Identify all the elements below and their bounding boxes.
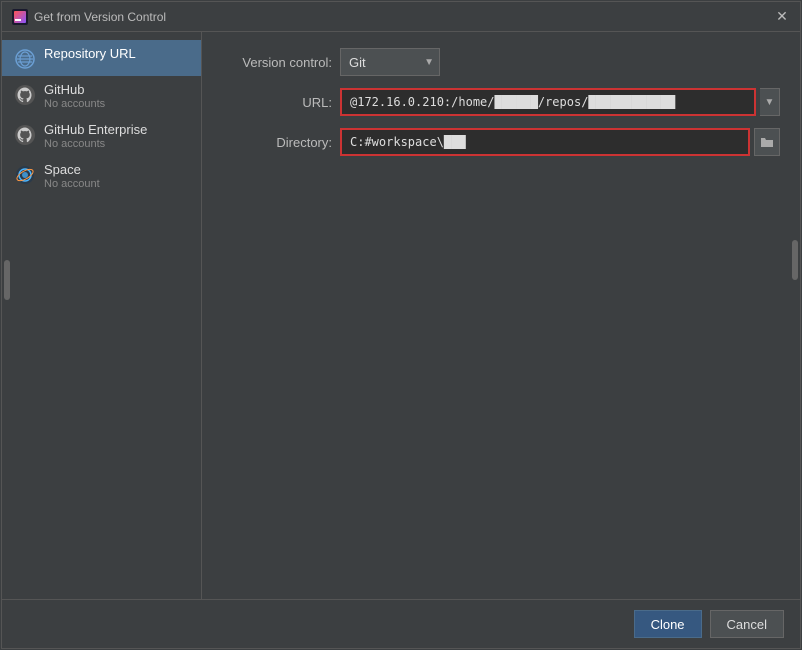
close-button[interactable]: ✕ <box>774 9 790 25</box>
left-scrollbar-indicator[interactable] <box>4 260 10 300</box>
sidebar: Repository URL GitHub No accounts <box>2 32 202 599</box>
version-control-select-wrapper: Git Mercurial Subversion ▼ <box>340 48 440 76</box>
sidebar-item-repository-url[interactable]: Repository URL <box>2 40 201 76</box>
dialog-content: Repository URL GitHub No accounts <box>2 32 800 599</box>
github-enterprise-title: GitHub Enterprise <box>44 122 147 137</box>
github-title: GitHub <box>44 82 105 97</box>
main-content: Version control: Git Mercurial Subversio… <box>202 32 800 599</box>
url-row: URL: ▼ <box>222 88 780 116</box>
sidebar-item-space[interactable]: Space No account <box>2 156 201 196</box>
folder-icon <box>760 135 774 149</box>
link-icon <box>14 48 36 70</box>
clone-button[interactable]: Clone <box>634 610 702 638</box>
version-control-label: Version control: <box>222 55 332 70</box>
directory-wrapper <box>340 128 780 156</box>
github-subtitle: No accounts <box>44 98 105 110</box>
url-dropdown-button[interactable]: ▼ <box>760 88 780 116</box>
url-wrapper: ▼ <box>340 88 780 116</box>
dialog-footer: Clone Cancel <box>2 599 800 648</box>
github-enterprise-icon <box>14 124 36 146</box>
url-input[interactable] <box>340 88 756 116</box>
repository-url-title: Repository URL <box>44 46 136 61</box>
space-subtitle: No account <box>44 178 100 190</box>
version-control-wrapper: Git Mercurial Subversion ▼ <box>340 48 780 76</box>
github-text: GitHub No accounts <box>44 82 105 110</box>
space-text: Space No account <box>44 162 100 190</box>
title-bar-left: Get from Version Control <box>12 9 166 25</box>
directory-input[interactable] <box>340 128 750 156</box>
browse-button[interactable] <box>754 128 780 156</box>
directory-label: Directory: <box>222 135 332 150</box>
github-enterprise-text: GitHub Enterprise No accounts <box>44 122 147 150</box>
sidebar-item-github[interactable]: GitHub No accounts <box>2 76 201 116</box>
intellij-logo-icon <box>12 9 28 25</box>
cancel-button[interactable]: Cancel <box>710 610 784 638</box>
url-label: URL: <box>222 95 332 110</box>
directory-row: Directory: <box>222 128 780 156</box>
github-enterprise-subtitle: No accounts <box>44 138 147 150</box>
version-control-row: Version control: Git Mercurial Subversio… <box>222 48 780 76</box>
title-bar: Get from Version Control ✕ <box>2 2 800 32</box>
sidebar-item-github-enterprise[interactable]: GitHub Enterprise No accounts <box>2 116 201 156</box>
version-control-select[interactable]: Git Mercurial Subversion <box>340 48 440 76</box>
dialog-title: Get from Version Control <box>34 10 166 24</box>
repository-url-text: Repository URL <box>44 46 136 61</box>
scrollbar-indicator[interactable] <box>792 240 798 280</box>
get-from-vcs-dialog: Get from Version Control ✕ Repository UR… <box>1 1 801 649</box>
github-icon <box>14 84 36 106</box>
space-title: Space <box>44 162 100 177</box>
space-icon <box>14 164 36 186</box>
